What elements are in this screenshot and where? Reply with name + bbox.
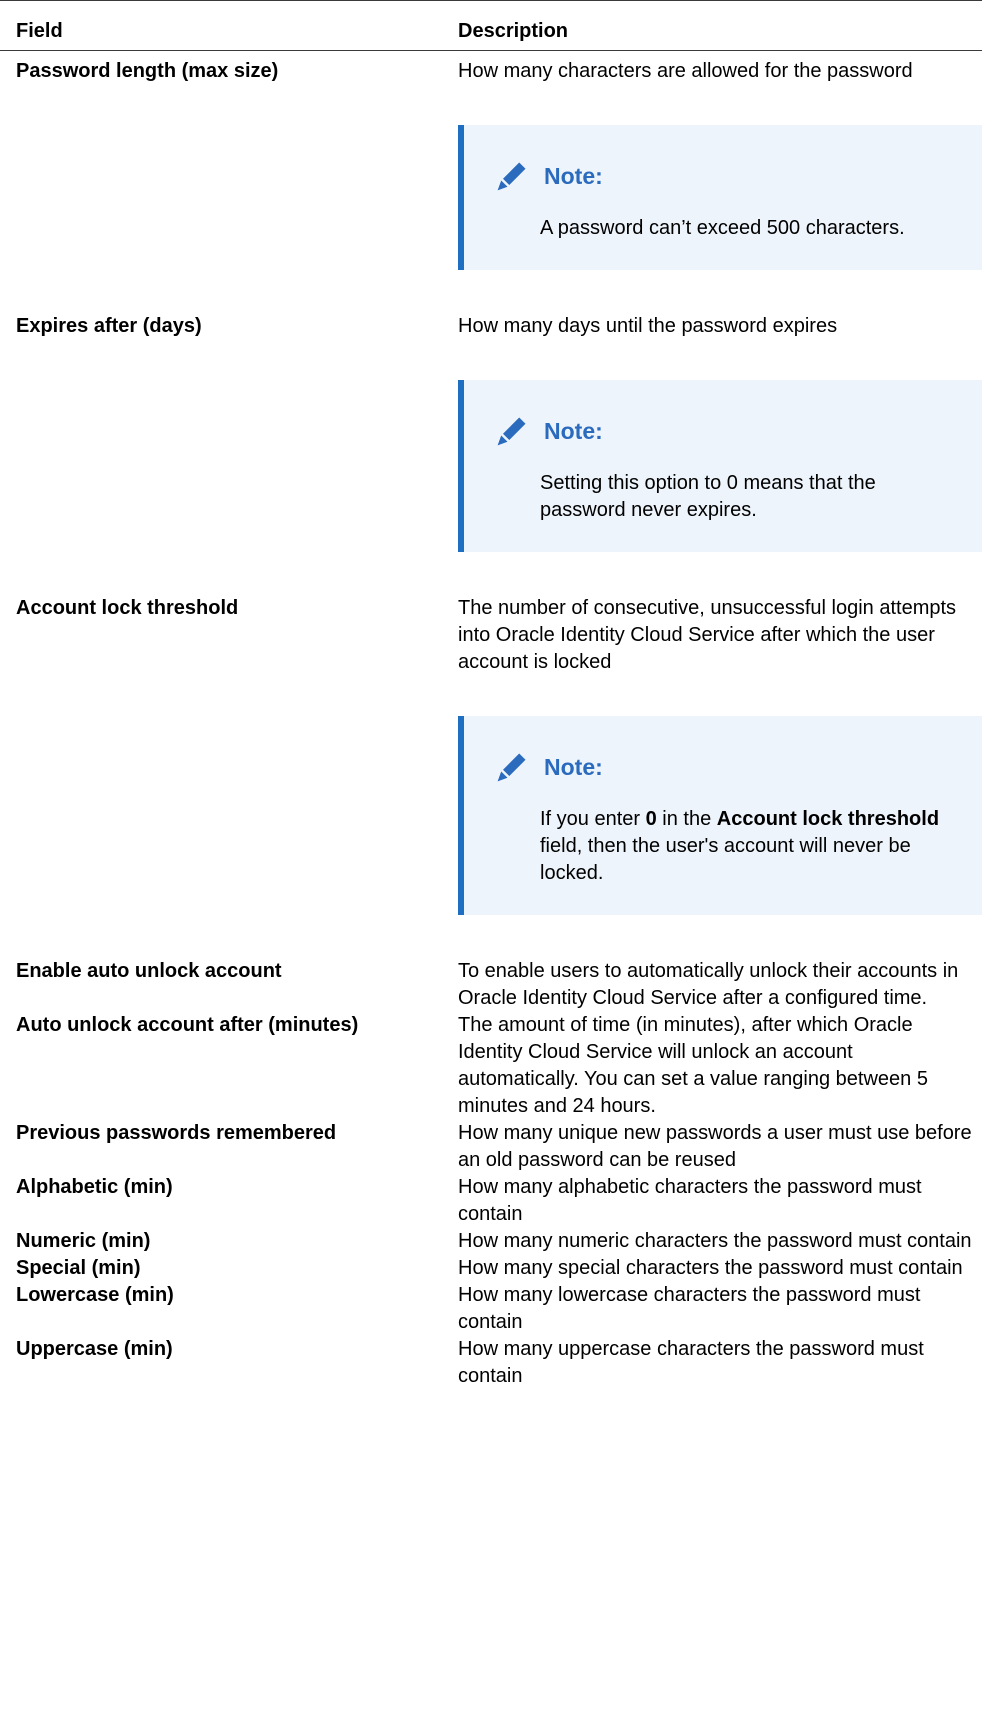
note-emphasis-value: 0 — [645, 808, 657, 830]
field-column-header: Field — [0, 0, 454, 51]
field-description: To enable users to automatically unlock … — [458, 960, 959, 1009]
field-name: Auto unlock account after (minutes) — [16, 1014, 359, 1036]
table-row: Previous passwords remembered How many u… — [0, 1120, 982, 1174]
table-row: Uppercase (min) How many uppercase chara… — [0, 1336, 982, 1390]
field-description-cell: The number of consecutive, unsuccessful … — [454, 595, 982, 958]
note-title: Note: — [544, 418, 603, 444]
field-description: The number of consecutive, unsuccessful … — [458, 597, 957, 673]
field-description: The amount of time (in minutes), after w… — [458, 1014, 928, 1117]
field-name: Enable auto unlock account — [16, 960, 282, 982]
note-text: in the — [656, 808, 717, 830]
table-header-row: Field Description — [0, 0, 982, 51]
table-row: Auto unlock account after (minutes) The … — [0, 1012, 982, 1120]
note-title: Note: — [544, 754, 603, 780]
note-body: If you enter 0 in the Account lock thres… — [540, 806, 958, 887]
field-name: Lowercase (min) — [16, 1284, 174, 1306]
note-body: A password can’t exceed 500 characters. — [540, 217, 905, 239]
field-name: Expires after (days) — [16, 315, 202, 337]
note-box: Note: If you enter 0 in the Account lock… — [458, 716, 982, 915]
field-description: How many alphabetic characters the passw… — [458, 1176, 922, 1225]
field-description-cell: How many days until the password expires… — [454, 313, 982, 595]
field-description: How many uppercase characters the passwo… — [458, 1338, 924, 1387]
description-column-header: Description — [454, 0, 982, 51]
table-row: Password length (max size) How many char… — [0, 51, 982, 314]
field-description: How many unique new passwords a user mus… — [458, 1122, 972, 1171]
note-emphasis-field: Account lock threshold — [716, 808, 940, 830]
field-description: How many days until the password expires — [458, 315, 838, 337]
field-name: Alphabetic (min) — [16, 1176, 173, 1198]
note-header: Note: — [494, 749, 962, 785]
note-title: Note: — [544, 163, 603, 189]
table-row: Numeric (min) How many numeric character… — [0, 1228, 982, 1255]
table-row: Lowercase (min) How many lowercase chara… — [0, 1282, 982, 1336]
note-body: Setting this option to 0 means that the … — [540, 472, 876, 521]
field-name: Password length (max size) — [16, 60, 279, 82]
field-description: How many numeric characters the password… — [458, 1230, 972, 1252]
pencil-icon — [497, 162, 526, 191]
field-description: How many special characters the password… — [458, 1257, 963, 1279]
field-description: How many lowercase characters the passwo… — [458, 1284, 921, 1333]
note-text: field, then the user's account will neve… — [540, 835, 911, 884]
note-text: If you enter — [540, 808, 646, 830]
password-policy-table: Field Description Password length (max s… — [0, 0, 982, 1390]
note-header: Note: — [494, 413, 962, 449]
pencil-icon — [497, 417, 526, 446]
field-description: How many characters are allowed for the … — [458, 60, 913, 82]
field-name: Numeric (min) — [16, 1230, 151, 1252]
note-header: Note: — [494, 158, 962, 194]
field-name: Account lock threshold — [16, 597, 239, 619]
table-row: Account lock threshold The number of con… — [0, 595, 982, 958]
note-box: Note: A password can’t exceed 500 charac… — [458, 125, 982, 270]
table-row: Alphabetic (min) How many alphabetic cha… — [0, 1174, 982, 1228]
table-row: Special (min) How many special character… — [0, 1255, 982, 1282]
field-description-cell: How many characters are allowed for the … — [454, 51, 982, 314]
field-name: Previous passwords remembered — [16, 1122, 337, 1144]
table-row: Enable auto unlock account To enable use… — [0, 958, 982, 1012]
note-box: Note: Setting this option to 0 means tha… — [458, 380, 982, 552]
table-row: Expires after (days) How many days until… — [0, 313, 982, 595]
field-name: Uppercase (min) — [16, 1338, 173, 1360]
pencil-icon — [497, 753, 526, 782]
field-name: Special (min) — [16, 1257, 141, 1279]
